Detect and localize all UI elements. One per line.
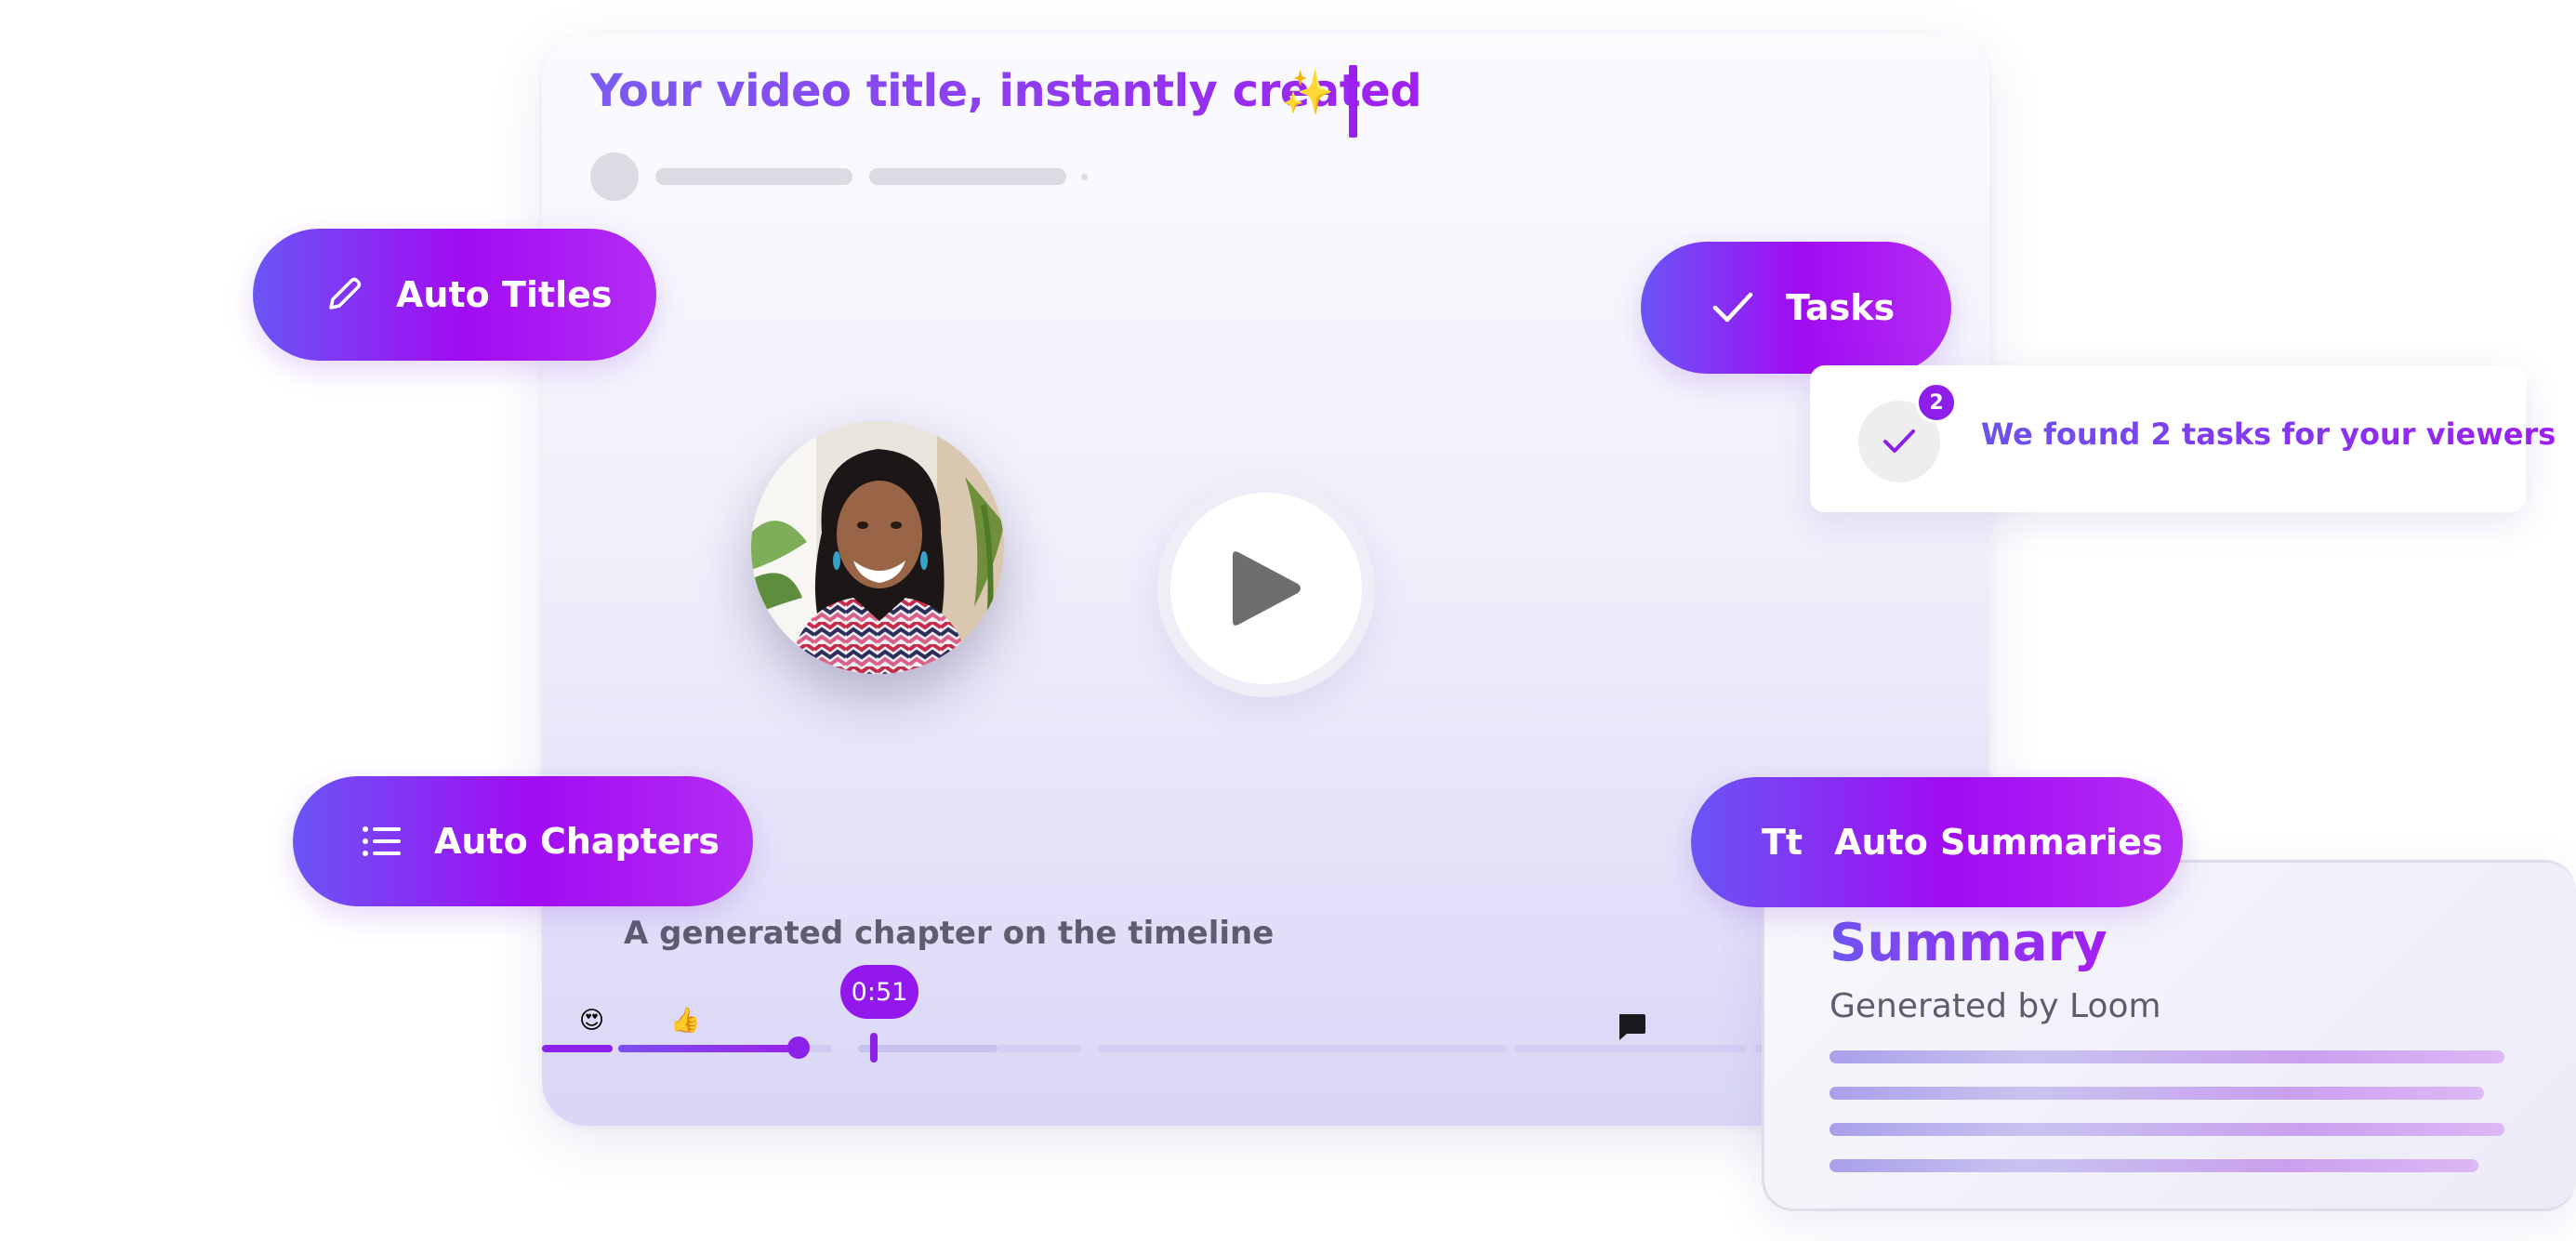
tasks-card: 2 We found 2 tasks for your viewers [1810,365,2556,512]
auto-titles-label: Auto Titles [396,274,613,315]
auto-summaries-pill[interactable]: Tt Auto Summaries [1691,777,2183,907]
auto-summaries-label: Auto Summaries [1834,822,2163,863]
text-size-icon: Tt [1762,822,1803,863]
video-meta-placeholder [869,168,1066,185]
pencil-icon [324,274,364,315]
summary-text-placeholder [1830,1159,2478,1172]
timeline-segment[interactable] [1514,1045,1747,1052]
creator-avatar-placeholder [590,152,639,201]
comment-icon[interactable] [1616,1011,1647,1043]
timeline-segment-buffered[interactable] [858,1045,997,1052]
check-icon [1711,289,1754,326]
reaction-heart-eyes[interactable]: 😍 [579,1007,604,1035]
tasks-pill[interactable]: Tasks [1641,242,1951,374]
auto-chapters-pill[interactable]: Auto Chapters [293,776,753,906]
auto-chapters-label: Auto Chapters [434,821,720,862]
check-icon [1883,429,1915,453]
timeline-segment-played[interactable] [542,1045,613,1052]
timeline-segment-played[interactable] [618,1045,795,1052]
tasks-message: We found 2 tasks for your viewers [1981,416,2556,452]
timestamp-bubble: 0:51 [840,965,918,1019]
presenter-camera-bubble[interactable] [751,421,1004,674]
play-button[interactable] [1170,493,1362,684]
list-icon [362,825,403,858]
creator-name-placeholder [655,168,852,185]
summary-card: Summary Generated by Loom [1762,860,2576,1211]
task-count-badge: 2 [1916,382,1957,423]
timeline-segment[interactable] [1098,1045,1507,1052]
summary-text-placeholder [1830,1123,2504,1136]
tasks-label: Tasks [1786,287,1896,328]
summary-subtitle: Generated by Loom [1830,987,2161,1025]
meta-dot-placeholder [1081,174,1088,180]
summary-title: Summary [1830,913,2107,973]
auto-titles-pill[interactable]: Auto Titles [253,229,656,361]
sparkle-emoji: ✨ [1281,67,1335,117]
summary-text-placeholder [1830,1087,2484,1100]
summary-text-placeholder [1830,1050,2504,1063]
chapter-marker[interactable] [870,1033,878,1063]
reaction-thumbs-up[interactable]: 👍 [670,1007,700,1035]
presenter-avatar [751,421,1004,674]
play-icon [1233,551,1301,626]
timeline-scrubber[interactable] [787,1036,810,1059]
chapter-label: A generated chapter on the timeline [624,915,1275,952]
timeline-segment[interactable] [997,1045,1081,1052]
text-caret [1349,65,1357,138]
